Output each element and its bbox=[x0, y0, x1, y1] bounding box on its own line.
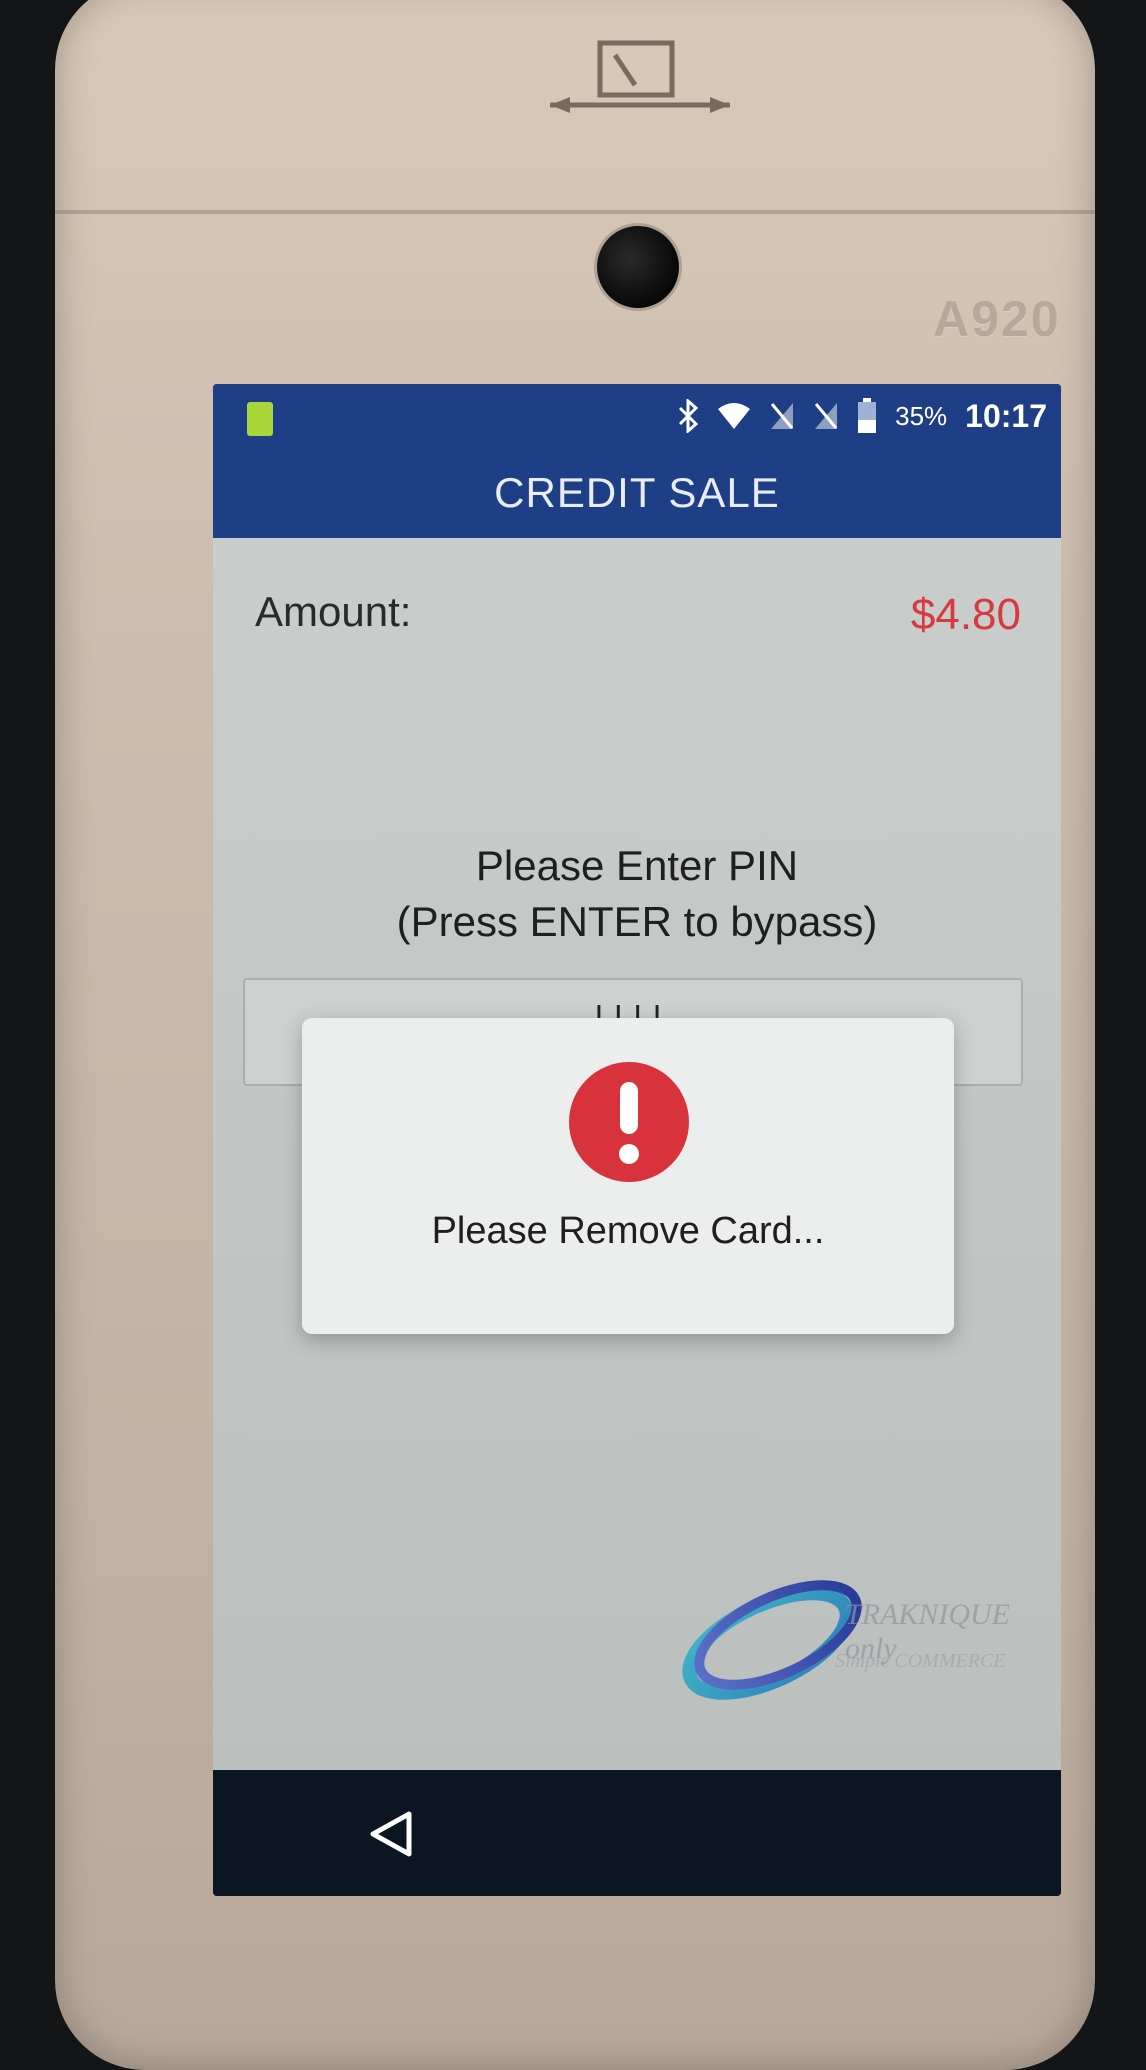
bluetooth-icon bbox=[677, 399, 699, 433]
brand-logo-subtext: Simple COMMERCE bbox=[835, 1650, 1006, 1672]
card-slot-icon bbox=[550, 40, 730, 113]
pin-prompt: Please Enter PIN (Press ENTER to bypass) bbox=[213, 838, 1061, 950]
status-clock: 10:17 bbox=[965, 397, 1047, 434]
alert-icon bbox=[569, 1062, 689, 1182]
pin-prompt-line2: (Press ENTER to bypass) bbox=[396, 898, 878, 945]
wifi-icon bbox=[717, 402, 751, 430]
dialog-message: Please Remove Card... bbox=[431, 1210, 825, 1252]
camera-lens bbox=[597, 226, 679, 308]
status-icons: 35% 10:17 bbox=[677, 396, 1047, 436]
sim-card-icon bbox=[247, 402, 273, 436]
page-title: CREDIT SALE bbox=[494, 469, 780, 516]
back-button[interactable] bbox=[363, 1806, 419, 1862]
no-sim-icon bbox=[813, 401, 839, 431]
battery-percent: 35% bbox=[895, 400, 948, 431]
navigation-bar bbox=[213, 1770, 1061, 1896]
title-bar: CREDIT SALE bbox=[213, 448, 1061, 538]
device-model-label: A920 bbox=[933, 291, 1061, 347]
battery-icon bbox=[857, 398, 877, 434]
amount-value: $4.80 bbox=[910, 590, 1021, 639]
back-triangle-icon bbox=[370, 1811, 412, 1857]
remove-card-dialog: Please Remove Card... bbox=[302, 1018, 954, 1334]
device-divider bbox=[55, 210, 1095, 214]
no-sim-icon bbox=[769, 401, 795, 431]
amount-label: Amount: bbox=[255, 588, 412, 635]
payment-terminal-device: A920 35% 10:17 CREDIT SALE Amount: $4.80… bbox=[55, 0, 1095, 2070]
status-bar: 35% 10:17 bbox=[213, 384, 1061, 448]
pin-prompt-line1: Please Enter PIN bbox=[475, 842, 799, 889]
